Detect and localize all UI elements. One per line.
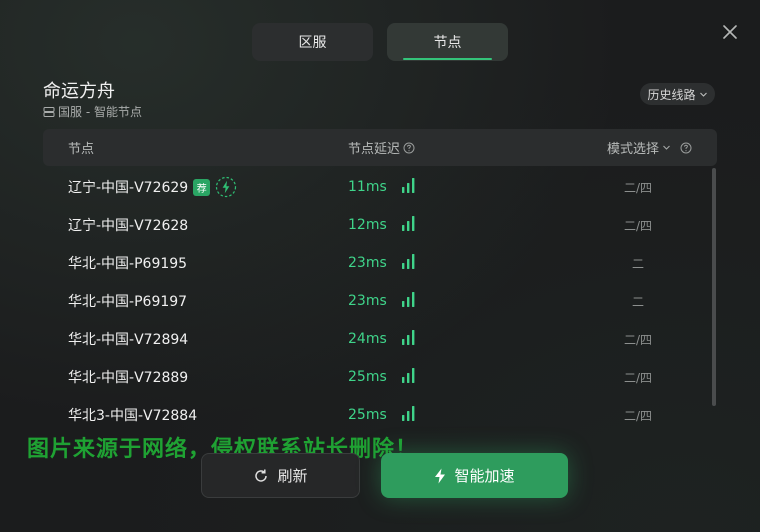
header-latency-label: 节点延迟 <box>348 142 401 157</box>
lightning-icon <box>434 468 446 484</box>
tab-node-label: 节点 <box>433 35 462 51</box>
help-icon[interactable] <box>403 142 415 154</box>
table-row[interactable]: 华北-中国-V72894 24ms 二/四 <box>43 320 703 358</box>
signal-strength-icon <box>402 368 415 387</box>
latency-value: 24ms <box>348 331 387 347</box>
chevron-down-icon <box>662 143 671 152</box>
table-header: 节点 节点延迟 模式选择 <box>43 129 717 166</box>
signal-strength-icon <box>402 254 415 273</box>
refresh-icon <box>253 468 269 484</box>
header-mode-label: 模式选择 <box>607 142 660 157</box>
node-name-cell: 华北-中国-P69197 <box>68 282 187 320</box>
mode-value: 二/四 <box>623 218 653 233</box>
signal-strength-icon <box>402 178 415 197</box>
node-name-cell: 辽宁-中国-V72629 荐 <box>68 168 237 206</box>
node-name: 辽宁-中国-V72629 <box>68 180 189 196</box>
mode-value: 二/四 <box>623 332 653 347</box>
mode-value: 二/四 <box>623 408 653 423</box>
chevron-down-icon <box>699 90 708 99</box>
node-list: 辽宁-中国-V72629 荐 11ms 二/四 辽宁-中国-V72628 12m… <box>43 168 703 434</box>
signal-strength-icon <box>402 406 415 425</box>
header-mode[interactable]: 模式选择 <box>607 129 692 166</box>
table-row[interactable]: 辽宁-中国-V72629 荐 11ms 二/四 <box>43 168 703 206</box>
close-icon[interactable] <box>718 20 742 44</box>
table-row[interactable]: 华北3-中国-V72884 25ms 二/四 <box>43 396 703 434</box>
tab-active-indicator <box>403 58 492 60</box>
node-name: 华北-中国-V72894 <box>68 332 189 348</box>
tab-node[interactable]: 节点 <box>387 23 508 61</box>
mode-value: 二 <box>631 256 644 271</box>
refresh-button-label: 刷新 <box>277 467 308 485</box>
signal-strength-icon <box>402 330 415 349</box>
node-name: 辽宁-中国-V72628 <box>68 218 189 234</box>
latency-value: 11ms <box>348 179 387 195</box>
node-name: 华北-中国-P69195 <box>68 256 188 272</box>
lightning-circle-icon <box>215 176 237 198</box>
node-name: 华北-中国-V72889 <box>68 370 189 386</box>
server-icon <box>43 106 55 118</box>
smart-accelerate-label: 智能加速 <box>454 467 515 485</box>
help-icon[interactable] <box>680 142 692 154</box>
game-title: 命运方舟 <box>43 81 115 102</box>
history-routes-button[interactable]: 历史线路 <box>640 83 715 105</box>
header-node-label: 节点 <box>68 142 95 157</box>
node-name-cell: 华北-中国-V72889 <box>68 358 188 396</box>
mode-value: 二 <box>631 294 644 309</box>
list-scrollbar[interactable] <box>712 168 716 406</box>
tab-region-label: 区服 <box>298 35 327 51</box>
header-node: 节点 <box>68 129 94 166</box>
signal-strength-icon <box>402 216 415 235</box>
game-subtitle: 国服 - 智能节点 <box>43 103 142 120</box>
signal-strength-icon <box>402 292 415 311</box>
table-row[interactable]: 辽宁-中国-V72628 12ms 二/四 <box>43 206 703 244</box>
latency-value: 25ms <box>348 407 387 423</box>
node-name: 华北-中国-P69197 <box>68 294 188 310</box>
latency-value: 25ms <box>348 369 387 385</box>
latency-value: 23ms <box>348 255 387 271</box>
recommended-badge: 荐 <box>193 178 211 196</box>
mode-value: 二/四 <box>623 370 653 385</box>
latency-value: 12ms <box>348 217 387 233</box>
node-name-cell: 华北-中国-V72894 <box>68 320 188 358</box>
history-routes-label: 历史线路 <box>647 87 696 102</box>
refresh-button[interactable]: 刷新 <box>201 453 360 498</box>
game-subtitle-text: 国服 - 智能节点 <box>58 105 142 119</box>
table-row[interactable]: 华北-中国-P69195 23ms 二 <box>43 244 703 282</box>
header-latency: 节点延迟 <box>348 129 415 166</box>
node-name-cell: 华北3-中国-V72884 <box>68 396 197 434</box>
mode-value: 二/四 <box>623 180 653 195</box>
node-name: 华北3-中国-V72884 <box>68 408 198 424</box>
tab-region[interactable]: 区服 <box>252 23 373 61</box>
smart-accelerate-button[interactable]: 智能加速 <box>381 453 568 498</box>
latency-value: 23ms <box>348 293 387 309</box>
node-name-cell: 华北-中国-P69195 <box>68 244 187 282</box>
node-name-cell: 辽宁-中国-V72628 <box>68 206 188 244</box>
table-row[interactable]: 华北-中国-P69197 23ms 二 <box>43 282 703 320</box>
table-row[interactable]: 华北-中国-V72889 25ms 二/四 <box>43 358 703 396</box>
